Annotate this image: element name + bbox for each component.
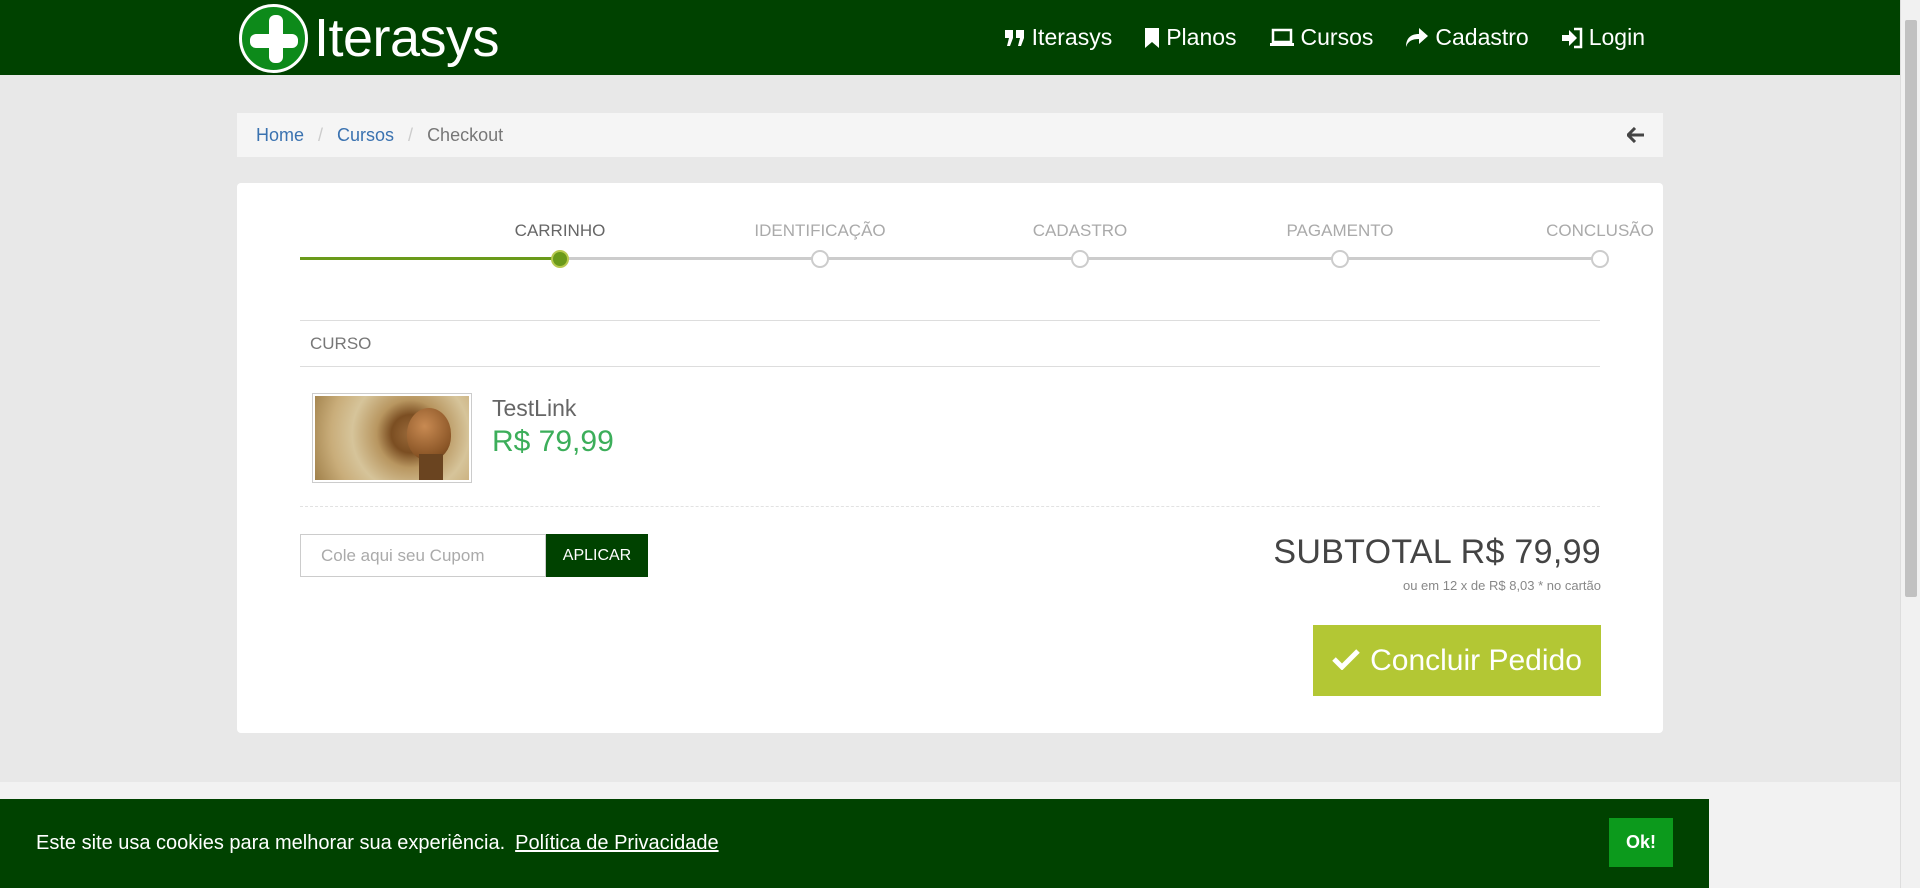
laptop-icon (1269, 28, 1295, 48)
step-carrinho-dot (551, 250, 569, 268)
breadcrumb-cursos-link[interactable]: Cursos (337, 125, 394, 146)
privacy-policy-link[interactable]: Política de Privacidade (515, 832, 718, 855)
checkout-card: CARRINHO IDENTIFICAÇÃO CADASTRO PAGAMENT… (237, 183, 1663, 733)
complete-order-button[interactable]: Concluir Pedido (1313, 625, 1601, 696)
nav-label: Iterasys (1031, 24, 1113, 50)
coupon-form: APLICAR (300, 534, 648, 577)
logo-cross-icon (239, 3, 308, 73)
step-pagamento-label: PAGAMENTO (1286, 221, 1394, 240)
nav-label: Planos (1166, 24, 1237, 50)
breadcrumb-home-link[interactable]: Home (256, 125, 304, 146)
logo-text: Iterasys (314, 8, 500, 68)
step-conclusao-dot (1591, 250, 1609, 268)
quote-icon (1004, 28, 1026, 48)
nav-item-cursos[interactable]: Cursos (1269, 24, 1374, 51)
top-navbar: Iterasys Iterasys Planos Cursos Cadastro (0, 0, 1900, 75)
step-conclusao-label: CONCLUSÃO (1546, 221, 1654, 240)
column-curso-label: CURSO (310, 333, 372, 353)
complete-order-label: Concluir Pedido (1370, 643, 1582, 677)
order-summary: SUBTOTAL R$ 79,99 ou em 12 x de R$ 8,03 … (1273, 533, 1601, 593)
step-identificacao-dot (811, 250, 829, 268)
cookie-banner: Este site usa cookies para melhorar sua … (0, 799, 1709, 888)
nav-label: Login (1588, 24, 1645, 50)
installments-text: ou em 12 x de R$ 8,03 * no cartão (1402, 578, 1601, 593)
step-cadastro-label: CADASTRO (1032, 221, 1128, 240)
vertical-scrollbar[interactable] (1900, 0, 1920, 888)
course-title[interactable]: TestLink (492, 395, 576, 422)
breadcrumb-current: Checkout (427, 124, 504, 145)
step-cadastro-dot (1071, 250, 1089, 268)
main-nav: Iterasys Planos Cursos Cadastro Login (1004, 0, 1645, 75)
breadcrumb: Home / Cursos / Checkout (237, 113, 1663, 157)
apply-coupon-button[interactable]: APLICAR (546, 534, 648, 577)
crash-dummy-image (407, 408, 451, 460)
breadcrumb-separator: / (408, 124, 414, 145)
course-price: R$ 79,99 (492, 425, 614, 458)
progress-line-complete (300, 257, 560, 260)
nav-item-planos[interactable]: Planos (1144, 24, 1237, 51)
sign-in-icon (1561, 27, 1583, 49)
checkout-progress: CARRINHO IDENTIFICAÇÃO CADASTRO PAGAMENT… (300, 221, 1654, 271)
nav-item-login[interactable]: Login (1561, 24, 1645, 51)
nav-label: Cadastro (1435, 24, 1529, 50)
logo[interactable]: Iterasys (239, 3, 500, 73)
cookie-message: Este site usa cookies para melhorar sua … (36, 832, 506, 854)
scrollbar-thumb[interactable] (1905, 20, 1917, 597)
nav-item-cadastro[interactable]: Cadastro (1405, 24, 1529, 51)
nav-item-iterasys[interactable]: Iterasys (1004, 24, 1113, 51)
course-thumbnail[interactable] (312, 393, 472, 483)
check-icon (1332, 644, 1360, 678)
cart-column-header: CURSO (300, 320, 1600, 367)
step-carrinho-label: CARRINHO (514, 221, 606, 240)
bookmark-icon (1144, 27, 1160, 49)
coupon-input[interactable] (300, 534, 546, 577)
breadcrumb-separator: / (318, 124, 324, 145)
arrow-left-icon[interactable] (1625, 123, 1645, 149)
cookie-ok-button[interactable]: Ok! (1609, 818, 1673, 867)
step-identificacao-label: IDENTIFICAÇÃO (754, 221, 886, 240)
step-pagamento-dot (1331, 250, 1349, 268)
share-icon (1405, 27, 1429, 49)
subtotal-amount: SUBTOTAL R$ 79,99 (1273, 533, 1601, 571)
nav-label: Cursos (1300, 24, 1374, 50)
